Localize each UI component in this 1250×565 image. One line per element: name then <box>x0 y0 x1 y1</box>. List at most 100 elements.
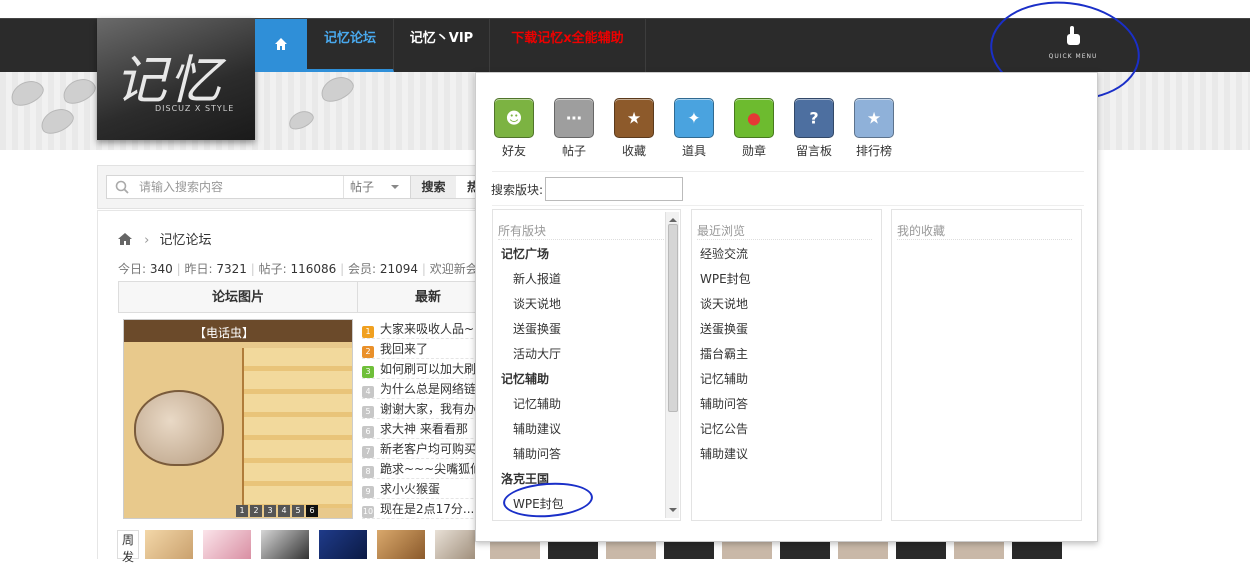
nav-item-download[interactable]: 下载记忆ⅹ全能辅助 <box>490 19 646 72</box>
post-title[interactable]: 谢谢大家，我有办 <box>380 402 476 416</box>
nav-item-forum[interactable]: 记忆论坛 <box>307 19 394 72</box>
stat-today-label: 今日: <box>118 262 147 276</box>
week-label: 周发 <box>117 530 139 564</box>
favorites-header: 我的收藏 <box>897 222 1072 240</box>
breadcrumb-current[interactable]: 记忆论坛 <box>159 233 211 248</box>
rank-badge: 9 <box>362 486 374 498</box>
forum-item[interactable]: 新人报道 <box>493 267 680 292</box>
stat-members-label: 会员: <box>347 262 376 276</box>
tool-posts[interactable]: ⋯ 帖子 <box>550 98 598 159</box>
tool-label: 道具 <box>681 144 706 158</box>
stats-panel-image <box>242 348 352 508</box>
ranking-icon: ★ <box>854 98 894 138</box>
tool-guestbook[interactable]: ? 留言板 <box>790 98 838 159</box>
forum-item[interactable]: 送蛋换蛋 <box>692 317 881 342</box>
avatar[interactable] <box>319 530 367 559</box>
forum-search-input[interactable] <box>545 177 683 201</box>
nav-home-button[interactable] <box>255 19 307 72</box>
forum-item[interactable]: 辅助问答 <box>493 442 680 467</box>
search-bar: 请输入搜索内容 帖子 搜索 热 <box>97 165 501 209</box>
slide-pager: 123456 <box>234 502 318 517</box>
forum-item[interactable]: 经验交流 <box>692 242 881 267</box>
search-scope-select[interactable]: 帖子 <box>343 176 403 198</box>
forum-item[interactable]: 擂台霸主 <box>692 342 881 367</box>
post-title[interactable]: 跪求~~~尖嘴狐仙 <box>380 462 482 476</box>
stat-yesterday-label: 昨日: <box>184 262 213 276</box>
forum-item[interactable]: 辅助建议 <box>493 417 680 442</box>
home-icon[interactable] <box>118 233 132 245</box>
post-title[interactable]: 我回来了 <box>380 342 428 356</box>
recent-forums-header: 最近浏览 <box>697 222 872 240</box>
post-title[interactable]: 如何刷可以加大刷 <box>380 362 476 376</box>
tool-label: 帖子 <box>561 144 586 158</box>
tool-ranking[interactable]: ★ 排行榜 <box>850 98 898 159</box>
forum-item[interactable]: 辅助问答 <box>692 392 881 417</box>
post-title[interactable]: 求小火猴蛋 <box>380 482 440 496</box>
rank-badge: 3 <box>362 366 374 378</box>
tool-label: 勋章 <box>741 144 766 158</box>
slide-page-active[interactable]: 6 <box>306 505 318 517</box>
slide-page[interactable]: 3 <box>264 505 276 517</box>
avatar[interactable] <box>145 530 193 559</box>
all-forums-header: 所有版块 <box>498 222 668 240</box>
nav-item-vip[interactable]: 记忆丶VIP <box>394 19 490 72</box>
scroll-thumb[interactable] <box>668 224 678 412</box>
tool-medals[interactable]: ● 勋章 <box>730 98 778 159</box>
forum-item[interactable]: WPE封包 <box>692 267 881 292</box>
leaf-decoration <box>316 71 358 107</box>
site-logo[interactable]: 记忆 DISCUZ X STYLE <box>97 18 255 140</box>
avatar[interactable] <box>203 530 251 559</box>
post-title[interactable]: 求大神 来看看那 <box>380 422 468 436</box>
tool-friends[interactable]: ☻ 好友 <box>490 98 538 159</box>
forum-item[interactable]: 记忆辅助 <box>692 367 881 392</box>
all-forums-panel: 所有版块 记忆广场 新人报道 谈天说地 送蛋换蛋 活动大厅 记忆辅助 记忆辅助 … <box>492 209 681 521</box>
forum-item[interactable]: 谈天说地 <box>692 292 881 317</box>
divider <box>492 205 1084 206</box>
logo-subtitle: DISCUZ X STYLE <box>155 104 235 113</box>
forum-item[interactable]: 活动大厅 <box>493 342 680 367</box>
divider <box>492 171 1084 172</box>
slide-page[interactable]: 4 <box>278 505 290 517</box>
forum-item[interactable]: 辅助建议 <box>692 442 881 467</box>
forum-group[interactable]: 记忆广场 <box>493 242 680 267</box>
avatar[interactable] <box>261 530 309 559</box>
recent-forums-list: 经验交流 WPE封包 谈天说地 送蛋换蛋 擂台霸主 记忆辅助 辅助问答 记忆公告… <box>692 242 881 467</box>
avatar[interactable] <box>435 530 475 559</box>
avatar[interactable] <box>377 530 425 559</box>
scroll-down-icon[interactable] <box>669 508 677 516</box>
rank-badge: 1 <box>362 326 374 338</box>
leaf-decoration <box>36 103 78 139</box>
forum-item[interactable]: 谈天说地 <box>493 292 680 317</box>
tool-props[interactable]: ✦ 道具 <box>670 98 718 159</box>
scroll-up-icon[interactable] <box>669 214 677 222</box>
chevron-down-icon <box>391 185 399 193</box>
post-title[interactable]: 现在是2点17分... <box>380 502 474 516</box>
post-title[interactable]: 为什么总是网络链 <box>380 382 476 396</box>
star-icon: ★ <box>614 98 654 138</box>
leaf-decoration <box>6 75 48 111</box>
forum-item[interactable]: 记忆公告 <box>692 417 881 442</box>
forum-item[interactable]: 记忆辅助 <box>493 392 680 417</box>
search-icon <box>115 180 129 194</box>
slide-page[interactable]: 5 <box>292 505 304 517</box>
stat-today: 340 <box>149 262 173 276</box>
post-title[interactable]: 大家来吸收人品~ <box>380 322 474 336</box>
search-scope-value: 帖子 <box>350 180 375 194</box>
scrollbar[interactable] <box>665 212 679 518</box>
search-box: 请输入搜索内容 帖子 搜索 热 <box>106 175 501 199</box>
search-input[interactable]: 请输入搜索内容 <box>139 176 339 198</box>
main-content: › 记忆论坛 今日: 340 | 昨日: 7321 | 帖子: 116086 |… <box>97 210 498 559</box>
rank-badge: 10 <box>362 506 374 518</box>
search-button[interactable]: 搜索 <box>410 176 456 198</box>
forum-group[interactable]: 记忆辅助 <box>493 367 680 392</box>
forum-item[interactable]: 送蛋换蛋 <box>493 317 680 342</box>
post-title[interactable]: 新老客户均可购买 <box>380 442 476 456</box>
slide-page[interactable]: 2 <box>250 505 262 517</box>
tool-favorites[interactable]: ★ 收藏 <box>610 98 658 159</box>
favorites-panel: 我的收藏 <box>891 209 1082 521</box>
forum-picture-slideshow[interactable]: 【电话虫】 123456 <box>123 319 353 519</box>
leaf-decoration <box>285 107 317 133</box>
home-icon <box>275 38 287 50</box>
slide-page[interactable]: 1 <box>236 505 248 517</box>
tool-label: 排行榜 <box>855 144 892 158</box>
